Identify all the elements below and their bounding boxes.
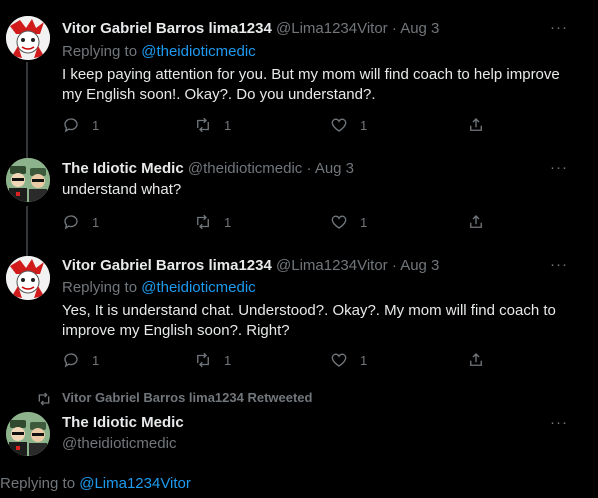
avatar[interactable] xyxy=(6,256,50,300)
tweet[interactable]: The Idiotic Medic @theidioticmedic · Aug… xyxy=(0,150,598,242)
replying-prefix: Replying to xyxy=(62,279,142,296)
retweet-button[interactable]: 1 xyxy=(194,351,231,369)
tweet-text: Yes, It is understand chat. Understood?.… xyxy=(62,301,562,341)
avatar-image xyxy=(6,16,50,60)
display-name[interactable]: The Idiotic Medic xyxy=(62,160,184,177)
like-count: 1 xyxy=(360,214,368,230)
replying-prefix: Replying to xyxy=(62,43,142,60)
tweet-header: Vitor Gabriel Barros lima1234 @Lima1234V… xyxy=(62,20,439,37)
handle[interactable]: @Lima1234Vitor xyxy=(276,257,388,274)
display-name[interactable]: Vitor Gabriel Barros lima1234 xyxy=(62,257,272,274)
tweet-text: I keep paying attention for you. But my … xyxy=(62,65,562,105)
tweet[interactable]: Vitor Gabriel Barros lima1234 @Lima1234V… xyxy=(0,0,598,150)
reply-count: 1 xyxy=(92,214,100,230)
mention-link[interactable]: @Lima1234Vitor xyxy=(79,475,191,492)
avatar-image xyxy=(6,158,50,202)
reply-count: 1 xyxy=(92,352,100,368)
tweet-header: The Idiotic Medic @theidioticmedic · Aug… xyxy=(62,160,354,177)
share-button[interactable] xyxy=(467,116,485,134)
avatar[interactable] xyxy=(6,158,50,202)
tweet[interactable]: Vitor Gabriel Barros lima1234 @Lima1234V… xyxy=(0,242,598,382)
avatar[interactable] xyxy=(6,412,50,456)
retweet-button[interactable]: 1 xyxy=(194,116,231,134)
tweet-actions: 1 1 1 xyxy=(62,351,492,371)
tweet-text-line: I keep paying attention for you. But my … xyxy=(62,66,560,83)
separator-dot: · xyxy=(306,160,312,177)
reply-count: 1 xyxy=(92,117,100,133)
reply-icon xyxy=(64,353,78,368)
heart-icon xyxy=(331,353,347,367)
handle-line: @theidioticmedic xyxy=(62,435,176,452)
retweeted-notice[interactable]: Vitor Gabriel Barros lima1234 Retweeted xyxy=(62,390,312,405)
reply-icon xyxy=(64,215,78,230)
share-icon xyxy=(470,215,482,228)
timestamp[interactable]: Aug 3 xyxy=(315,160,354,177)
reply-button[interactable]: 1 xyxy=(62,213,99,231)
display-name[interactable]: Vitor Gabriel Barros lima1234 xyxy=(62,20,272,37)
tweet-header: The Idiotic Medic xyxy=(62,414,184,431)
separator-dot: · xyxy=(391,257,397,274)
handle[interactable]: @theidioticmedic xyxy=(188,160,302,177)
retweet-icon xyxy=(197,352,209,368)
reply-button[interactable]: 1 xyxy=(62,116,99,134)
share-icon xyxy=(470,118,482,131)
like-button[interactable]: 1 xyxy=(330,116,367,134)
tweet-text: understand what? xyxy=(62,180,562,200)
timestamp[interactable]: Aug 3 xyxy=(400,20,439,37)
separator-dot: · xyxy=(391,20,397,37)
display-name[interactable]: The Idiotic Medic xyxy=(62,414,184,431)
more-options-icon[interactable]: ··· xyxy=(550,256,568,273)
tweet-header: Vitor Gabriel Barros lima1234 @Lima1234V… xyxy=(62,257,439,274)
tweet-text-line: Yes, It is understand chat. Understood?.… xyxy=(62,302,556,319)
avatar-image xyxy=(6,256,50,300)
share-icon xyxy=(470,353,482,366)
reply-icon xyxy=(64,118,78,133)
reply-button[interactable]: 1 xyxy=(62,351,99,369)
more-options-icon[interactable]: ··· xyxy=(550,414,568,431)
mention-link[interactable]: @theidioticmedic xyxy=(141,279,255,296)
like-button[interactable]: 1 xyxy=(330,351,367,369)
like-count: 1 xyxy=(360,352,368,368)
retweet-button[interactable]: 1 xyxy=(194,213,231,231)
replying-to: Replying to @theidioticmedic xyxy=(62,279,256,296)
heart-icon xyxy=(331,118,347,132)
retweet-count: 1 xyxy=(224,352,232,368)
retweet-icon xyxy=(197,214,209,230)
like-button[interactable]: 1 xyxy=(330,213,367,231)
tweet-text-line: my English soon!. Okay?. Do you understa… xyxy=(62,86,376,103)
tweet-text-line: understand what? xyxy=(62,181,182,198)
avatar[interactable] xyxy=(6,16,50,60)
tweet-text-line: improve my English soon?. Right? xyxy=(62,322,290,339)
more-options-icon[interactable]: ··· xyxy=(550,159,568,176)
more-options-icon[interactable]: ··· xyxy=(550,19,568,36)
retweet-icon xyxy=(197,117,209,133)
replying-prefix: Replying to xyxy=(0,475,80,492)
heart-icon xyxy=(331,215,347,229)
avatar-image xyxy=(6,412,50,456)
retweet-count: 1 xyxy=(224,117,232,133)
handle[interactable]: @Lima1234Vitor xyxy=(276,20,388,37)
mention-link[interactable]: @theidioticmedic xyxy=(141,43,255,60)
replying-to: Replying to @theidioticmedic xyxy=(62,43,256,60)
retweet-count: 1 xyxy=(224,214,232,230)
like-count: 1 xyxy=(360,117,368,133)
handle[interactable]: @theidioticmedic xyxy=(62,435,176,452)
replying-to: Replying to @Lima1234Vitor xyxy=(0,475,191,492)
timestamp[interactable]: Aug 3 xyxy=(400,257,439,274)
tweet-actions: 1 1 1 xyxy=(62,116,492,136)
tweet-actions: 1 1 1 xyxy=(62,213,492,233)
share-button[interactable] xyxy=(467,351,485,369)
share-button[interactable] xyxy=(467,213,485,231)
